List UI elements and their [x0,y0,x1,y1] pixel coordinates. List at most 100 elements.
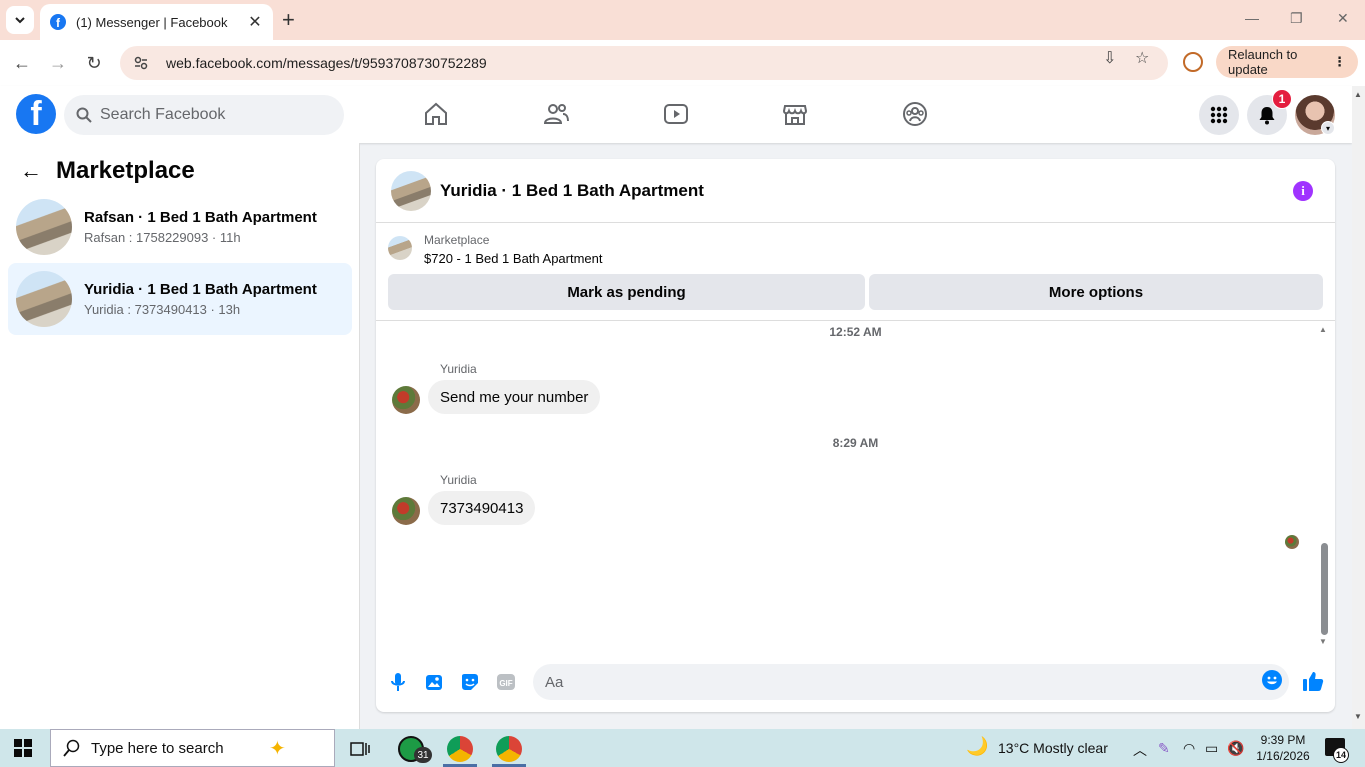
sticker-icon[interactable] [459,671,481,693]
chrome-icon[interactable] [447,736,473,762]
bell-icon [1259,107,1275,125]
sidebar-title: Marketplace [56,157,195,184]
conversation-name: Rafsan · 1 Bed 1 Bath Apartment [84,209,317,226]
bookmark-star-icon[interactable]: ☆ [1135,48,1149,68]
facebook-favicon-icon: f [50,14,66,30]
browser-profile-icon[interactable] [1183,52,1203,72]
copilot-sparkle-icon[interactable]: ✦ [269,736,286,761]
battery-icon[interactable]: ▭ [1205,740,1218,757]
browser-toolbar: ← → ↻ web.facebook.com/messages/t/959370… [0,40,1365,86]
svg-text:GIF: GIF [499,679,512,688]
friends-icon[interactable] [542,100,570,128]
tab-close-icon[interactable]: ✕ [247,12,263,32]
new-tab-plus-icon[interactable]: + [282,8,295,32]
taskbar-search-input[interactable] [91,739,261,757]
conversation-name: Yuridia · 1 Bed 1 Bath Apartment [84,281,317,298]
chat-scrollbar[interactable]: ▲ ▼ [1319,325,1331,647]
home-icon[interactable] [422,100,450,128]
message-author: Yuridia [440,473,477,487]
info-icon[interactable]: i [1293,181,1313,201]
notification-count-badge: 1 [1272,89,1292,109]
listing-thumbnail [16,271,72,327]
scrollbar-thumb[interactable] [1321,543,1328,635]
install-app-icon[interactable]: ⇩ [1103,48,1116,68]
message-input[interactable] [545,673,1245,691]
taskbar-search-box[interactable]: ✦ [50,729,335,767]
back-arrow-icon[interactable]: ← [20,158,44,184]
weather-moon-icon[interactable]: 🌙 [966,736,988,757]
message-timestamp: 12:52 AM [829,325,882,339]
listing-thumbnail[interactable] [388,236,412,260]
task-view-icon[interactable] [347,736,373,762]
message-bubble[interactable]: Send me your number [428,380,601,414]
tab-search-button[interactable] [6,6,34,34]
page-scrollbar[interactable]: ▲ ▼ [1352,86,1365,729]
groups-icon[interactable] [901,100,929,128]
sender-avatar[interactable] [392,497,420,525]
facebook-search-input[interactable] [100,106,320,124]
emoji-icon[interactable] [1262,670,1282,690]
scroll-up-arrow-icon[interactable]: ▲ [1319,325,1327,334]
listing-banner: Marketplace $720 - 1 Bed 1 Bath Apartmen… [376,223,1335,321]
search-icon [63,739,80,757]
message-author: Yuridia [440,362,477,376]
windows-taskbar: ✦ 31 🌙 13°C Mostly clear ︿ ✎ ◠ ▭ 🔇 9:39 … [0,729,1365,767]
video-icon[interactable] [662,100,690,128]
back-arrow-icon[interactable]: ← [11,52,33,74]
facebook-search-box[interactable] [64,95,344,135]
listing-title[interactable]: $720 - 1 Bed 1 Bath Apartment [424,251,603,266]
clock-date: 1/16/2026 [1256,749,1310,763]
address-bar[interactable]: web.facebook.com/messages/t/959370873075… [120,46,1168,80]
chevron-down-icon [15,17,25,24]
message-composer: GIF [376,659,1335,707]
chat-header: Yuridia · 1 Bed 1 Bath Apartment i [376,159,1335,223]
minimize-icon[interactable]: — [1245,10,1259,26]
site-settings-icon[interactable] [132,54,150,72]
wifi-icon[interactable]: ◠ [1183,740,1195,757]
weather-text[interactable]: 13°C Mostly clear [998,740,1108,756]
kebab-menu-icon: ⋮ [1333,54,1346,69]
conversation-preview: Yuridia : 7373490413 · 13h [84,302,241,317]
scroll-down-arrow-icon[interactable]: ▼ [1319,637,1327,646]
sender-avatar[interactable] [392,386,420,414]
microphone-icon[interactable] [387,671,409,693]
forward-arrow-icon[interactable]: → [47,52,69,74]
menu-grid-button[interactable] [1199,95,1239,135]
system-clock[interactable]: 9:39 PM 1/16/2026 [1250,732,1316,764]
grid-menu-icon [1210,106,1228,124]
chrome-profile-icon[interactable] [496,736,522,762]
chat-listing-avatar[interactable] [391,170,431,211]
sidebar-header: ← Marketplace [20,157,195,185]
facebook-logo-icon[interactable]: f [16,94,56,134]
seen-receipt-avatar [1285,535,1299,549]
relaunch-label: Relaunch to update [1228,47,1298,77]
message-input-box[interactable] [533,664,1289,700]
page-scroll-down-icon[interactable]: ▼ [1354,712,1362,721]
url-text: web.facebook.com/messages/t/959370873075… [166,55,487,71]
gif-icon[interactable]: GIF [495,671,517,693]
message-bubble[interactable]: 7373490413 [428,491,536,525]
whatsapp-badge: 31 [414,747,432,763]
chat-title[interactable]: Yuridia · 1 Bed 1 Bath Apartment [440,181,704,201]
conversation-item-rafsan[interactable]: Rafsan · 1 Bed 1 Bath Apartment Rafsan :… [8,191,352,263]
relaunch-to-update-button[interactable]: Relaunch to update ⋮ [1216,46,1358,78]
tray-chevron-up-icon[interactable]: ︿ [1133,740,1147,760]
mark-as-pending-button[interactable]: Mark as pending [388,274,865,310]
account-caret-icon[interactable]: ▾ [1321,121,1335,135]
speaker-muted-icon[interactable]: 🔇 [1227,740,1244,757]
windows-start-icon[interactable] [14,739,32,757]
marketplace-icon[interactable] [781,100,809,128]
page-scroll-up-icon[interactable]: ▲ [1354,90,1362,99]
photo-attach-icon[interactable] [423,671,445,693]
restore-icon[interactable]: ❐ [1290,10,1303,27]
browser-tab-strip: f (1) Messenger | Facebook ✕ + — ❐ ✕ [0,0,1365,40]
reload-icon[interactable]: ↻ [83,52,105,74]
browser-tab-messenger[interactable]: f (1) Messenger | Facebook ✕ [40,4,273,40]
conversation-item-yuridia[interactable]: Yuridia · 1 Bed 1 Bath Apartment Yuridia… [8,263,352,335]
thumbs-up-icon[interactable] [1302,670,1324,692]
more-options-button[interactable]: More options [869,274,1323,310]
search-icon [76,107,92,123]
pen-icon[interactable]: ✎ [1158,740,1170,757]
window-close-icon[interactable]: ✕ [1337,10,1349,27]
facebook-top-nav: f [0,86,1352,143]
